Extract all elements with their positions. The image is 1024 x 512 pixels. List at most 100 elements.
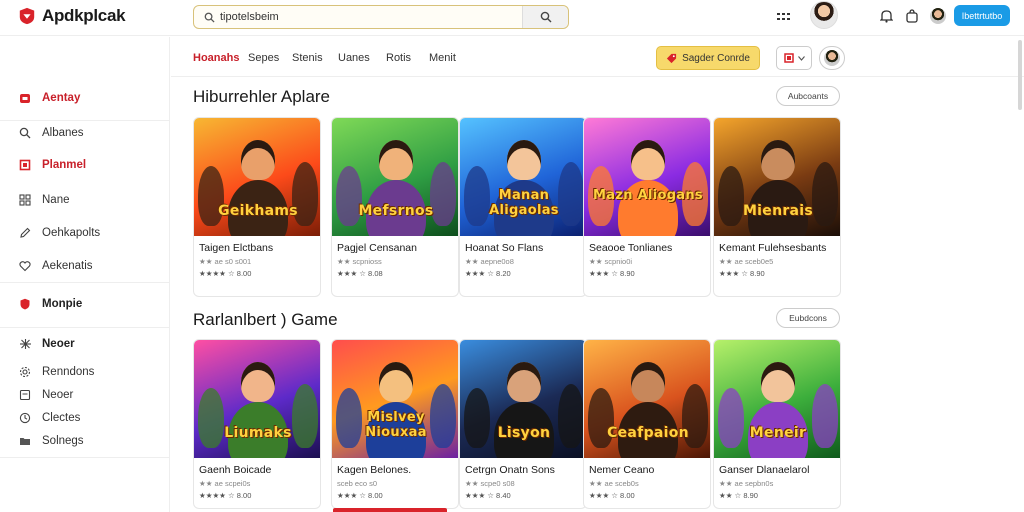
heart-icon [18, 259, 32, 273]
game-card[interactable]: Mienrais Kemant Fulehsesbants ★★ ae sceb0e… [713, 117, 841, 297]
game-art-title: Mienrais [742, 203, 814, 219]
game-title: Kagen Belones. [337, 464, 412, 476]
sidebar-item-label: Aekenatis [42, 260, 93, 272]
game-rating: ★★ ☆ 8.90 [719, 491, 758, 500]
character-head [631, 140, 665, 180]
sidebar-item-1[interactable]: Aentay [18, 91, 80, 105]
shield-icon [18, 297, 32, 311]
tab-sepes[interactable]: Sepes [248, 52, 279, 64]
game-subtitle: ★★ ae s0 s001 [199, 257, 252, 266]
sidebar-item-7[interactable]: Monpie [18, 297, 82, 311]
character-head [379, 140, 413, 180]
character-head [631, 362, 665, 402]
region-select[interactable] [776, 46, 812, 70]
signin-button[interactable]: Ibettrtutbo [954, 5, 1010, 26]
game-thumbnail: Mazn Aliogans [584, 118, 710, 236]
sidebar-item-9[interactable]: Renndons [18, 365, 94, 379]
profile-mini-avatar [824, 50, 840, 66]
game-art-title: Meneir [749, 425, 807, 441]
game-card[interactable]: Mazn Aliogans Seaooe Tonlianes ★★ scpnio0i… [583, 117, 711, 297]
character-head [507, 140, 541, 180]
chevron-down-icon [797, 55, 805, 61]
game-rating: ★★★ ☆ 8.40 [465, 491, 511, 500]
gamepad-icon [18, 337, 32, 351]
user-avatar[interactable] [810, 1, 838, 29]
sidebar-item-label: Aentay [42, 92, 81, 104]
sidebar-item-11[interactable]: Clectes [18, 411, 80, 425]
bag-icon[interactable] [904, 8, 920, 24]
tab-hoanahs[interactable]: Hoanahs [193, 52, 239, 64]
game-rating: ★★★ ☆ 8.00 [589, 491, 635, 500]
folder-icon [18, 434, 32, 448]
sidebar-divider [0, 120, 170, 121]
sidebar-item-label: Oehkapolts [42, 227, 101, 239]
game-art-title: Ceafpaion [607, 425, 689, 441]
sidebar-item-8[interactable]: Neoer [18, 337, 75, 351]
sidebar-item-4[interactable]: Nane [18, 193, 70, 207]
sidebar-item-label: Solnegs [42, 435, 84, 447]
tab-stenis[interactable]: Stenis [292, 52, 323, 64]
special-offer-button[interactable]: Sagder Conrde [656, 46, 760, 70]
list-icon [18, 388, 32, 402]
game-thumbnail: Manan Aligaolas [460, 118, 586, 236]
game-subtitle: sceb eco s0 [337, 479, 378, 488]
game-card[interactable]: Geikhams Taigen Elctbans ★★ ae s0 s001 ★★★★… [193, 117, 321, 297]
game-subtitle: ★★ ae scpei0s [199, 479, 251, 488]
profile-mini-button[interactable] [819, 46, 845, 70]
game-title: Ganser Dlanaelarol [719, 464, 810, 476]
section-title: Hiburrehler Aplare [193, 87, 331, 106]
bell-icon[interactable] [878, 8, 894, 24]
sidebar-item-6[interactable]: Aekenatis [18, 259, 93, 273]
account-icon[interactable] [930, 8, 946, 24]
special-offer-label: Sagder Conrde [682, 52, 750, 64]
sidebar-item-label: Albanes [42, 127, 84, 139]
sidebar-item-label: Planmel [42, 159, 87, 171]
sidebar-item-2[interactable]: Albanes [18, 126, 84, 140]
scrollbar[interactable] [1018, 40, 1022, 110]
sidebar-item-5[interactable]: Oehkapolts [18, 226, 100, 240]
game-subtitle: ★★ scpnioss [337, 257, 382, 266]
search-input[interactable] [218, 11, 518, 23]
search-bar[interactable] [193, 5, 569, 29]
flag-icon [783, 53, 794, 63]
game-thumbnail: Mienrais [714, 118, 840, 236]
game-card[interactable]: Lisyon Cetrgn Onatn Sons ★★ scpe0 s08 ★★★ ☆… [459, 339, 587, 509]
game-card[interactable]: Mefsrnos Pagjel Censanan ★★ scpnioss ★★★ ☆ … [331, 117, 459, 297]
game-subtitle: ★★ scpe0 s08 [465, 479, 515, 488]
see-all-button[interactable]: Aubcoants [776, 86, 840, 106]
tab-uanes[interactable]: Uanes [338, 52, 370, 64]
search-button[interactable] [522, 6, 568, 28]
game-art-title: Mislvey Niouxaa [365, 410, 427, 440]
search-icon [200, 8, 218, 26]
account-avatar [930, 8, 946, 24]
pencil-icon [18, 226, 32, 240]
game-card[interactable]: Meneir Ganser Dlanaelarol ★★ ae sepbn0s ★★ … [713, 339, 841, 509]
game-card[interactable]: Liumaks Gaenh Boicade ★★ ae scpei0s ★★★★ ☆ … [193, 339, 321, 509]
game-thumbnail: Mefsrnos [332, 118, 458, 236]
game-rating: ★★★ ☆ 8.90 [719, 269, 765, 278]
see-all-button[interactable]: Eubdcons [776, 308, 840, 328]
game-subtitle: ★★ ae sceb0e5 [719, 257, 774, 266]
game-rating: ★★★ ☆ 8.90 [589, 269, 635, 278]
sidebar-item-12[interactable]: Solnegs [18, 434, 84, 448]
game-title: Pagjel Censanan [337, 242, 417, 254]
apps-grid-icon[interactable] [776, 10, 794, 24]
top-bar: Apdkplcak Ibettrtutbo [0, 0, 1024, 36]
game-subtitle: ★★ scpnio0i [589, 257, 633, 266]
game-subtitle: ★★ aepne0o8 [465, 257, 514, 266]
game-card[interactable]: Ceafpaion Nemer Ceano ★★ ae sceb0s ★★★ ☆ 8.… [583, 339, 711, 509]
game-title: Kemant Fulehsesbants [719, 242, 827, 254]
game-art-title: Lisyon [497, 425, 551, 441]
game-subtitle: ★★ ae sceb0s [589, 479, 639, 488]
tab-rotis[interactable]: Rotis [386, 52, 411, 64]
tag-icon [666, 53, 677, 63]
sidebar-item-3[interactable]: Planmel [18, 158, 86, 172]
tab-menit[interactable]: Menit [429, 52, 456, 64]
game-rating: ★★★★ ☆ 8.00 [199, 269, 252, 278]
sidebar-item-10[interactable]: Neoer [18, 388, 73, 402]
game-rating: ★★★ ☆ 8.08 [337, 269, 383, 278]
app-logo[interactable]: Apdkplcak [18, 6, 126, 26]
game-title: Hoanat So Flans [465, 242, 544, 254]
game-card[interactable]: Mislvey Niouxaa Kagen Belones. sceb eco s0… [331, 339, 459, 509]
game-card[interactable]: Manan Aligaolas Hoanat So Flans ★★ aepne0o… [459, 117, 587, 297]
